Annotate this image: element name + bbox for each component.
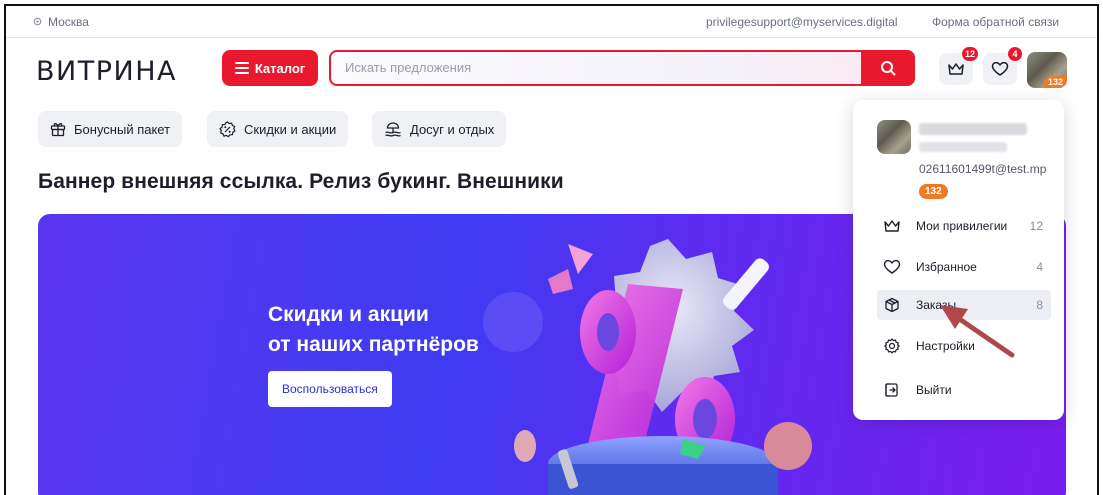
menu-item-settings[interactable]: Настройки <box>877 331 1051 361</box>
menu-item-label: Мои привилегии <box>916 219 1008 233</box>
profile-email: 02611601499t@test.mp <box>919 162 1047 176</box>
profile-points-badge: 132 <box>919 184 948 199</box>
leisure-icon <box>385 122 401 137</box>
chip-bonus-package[interactable]: Бонусный пакет <box>38 111 183 147</box>
menu-item-label: Заказы <box>916 298 957 312</box>
banner-title: Скидки и акции от наших партнёров <box>268 300 528 360</box>
chip-leisure[interactable]: Досуг и отдых <box>372 111 507 147</box>
menu-item-count: 12 <box>1029 219 1043 233</box>
city-selector[interactable]: Москва <box>32 15 89 29</box>
city-label: Москва <box>48 15 89 29</box>
menu-item-count: 8 <box>1036 298 1043 312</box>
favorites-button[interactable]: 4 <box>983 46 1023 85</box>
search-input[interactable] <box>345 60 845 75</box>
avatar[interactable]: 132 <box>1027 52 1067 88</box>
top-bar: Москва privilegesupport@myservices.digit… <box>6 6 1097 38</box>
heart-icon <box>881 256 903 278</box>
crown-icon <box>881 215 903 237</box>
browser-frame: Москва privilegesupport@myservices.digit… <box>4 4 1099 495</box>
crown-icon <box>948 63 964 75</box>
menu-item-privileges[interactable]: Мои привилегии 12 <box>877 211 1051 241</box>
menu-item-label: Избранное <box>916 260 977 274</box>
avatar-points-badge: 132 <box>1043 76 1067 88</box>
heart-icon <box>991 61 1009 76</box>
search-button[interactable] <box>861 50 915 86</box>
menu-item-label: Настройки <box>916 339 975 353</box>
privileges-button[interactable]: 12 <box>939 46 979 85</box>
chip-label: Бонусный пакет <box>74 121 171 137</box>
profile-dropdown: 02611601499t@test.mp 132 Мои привилегии … <box>853 100 1064 420</box>
redacted-name-secondary <box>919 142 1007 152</box>
privileges-badge: 12 <box>960 46 979 62</box>
gift-icon <box>50 123 66 137</box>
banner-title-line1: Скидки и акции <box>268 303 429 326</box>
page-title: Баннер внешняя ссылка. Релиз букинг. Вне… <box>38 170 564 193</box>
feedback-link[interactable]: Форма обратной связи <box>932 15 1059 29</box>
search-icon <box>881 61 896 76</box>
menu-item-logout[interactable]: Выйти <box>877 375 1051 405</box>
menu-icon <box>234 62 249 74</box>
banner-title-line2: от наших партнёров <box>268 333 479 356</box>
search-bar <box>329 50 915 86</box>
catalog-label: Каталог <box>254 60 306 76</box>
banner-use-button[interactable]: Воспользоваться <box>268 371 392 407</box>
chip-label: Досуг и отдых <box>410 121 495 137</box>
menu-item-favorites[interactable]: Избранное 4 <box>877 252 1051 282</box>
logout-icon <box>881 379 903 401</box>
location-pin-icon <box>33 17 42 25</box>
chip-label: Скидки и акции <box>244 121 337 137</box>
catalog-button[interactable]: Каталог <box>222 50 318 86</box>
menu-item-orders[interactable]: Заказы 8 <box>877 290 1051 320</box>
gear-icon <box>881 335 903 357</box>
box-icon <box>881 294 903 316</box>
site-logo[interactable]: ВИТРИНА <box>36 56 177 87</box>
discount-icon <box>219 120 236 137</box>
menu-item-count: 4 <box>1036 260 1043 274</box>
chip-discounts[interactable]: Скидки и акции <box>207 111 349 147</box>
menu-item-label: Выйти <box>916 383 952 397</box>
dropdown-avatar <box>877 120 911 154</box>
redacted-name <box>919 123 1027 135</box>
favorites-badge: 4 <box>1007 46 1023 62</box>
support-email-link[interactable]: privilegesupport@myservices.digital <box>706 15 898 29</box>
